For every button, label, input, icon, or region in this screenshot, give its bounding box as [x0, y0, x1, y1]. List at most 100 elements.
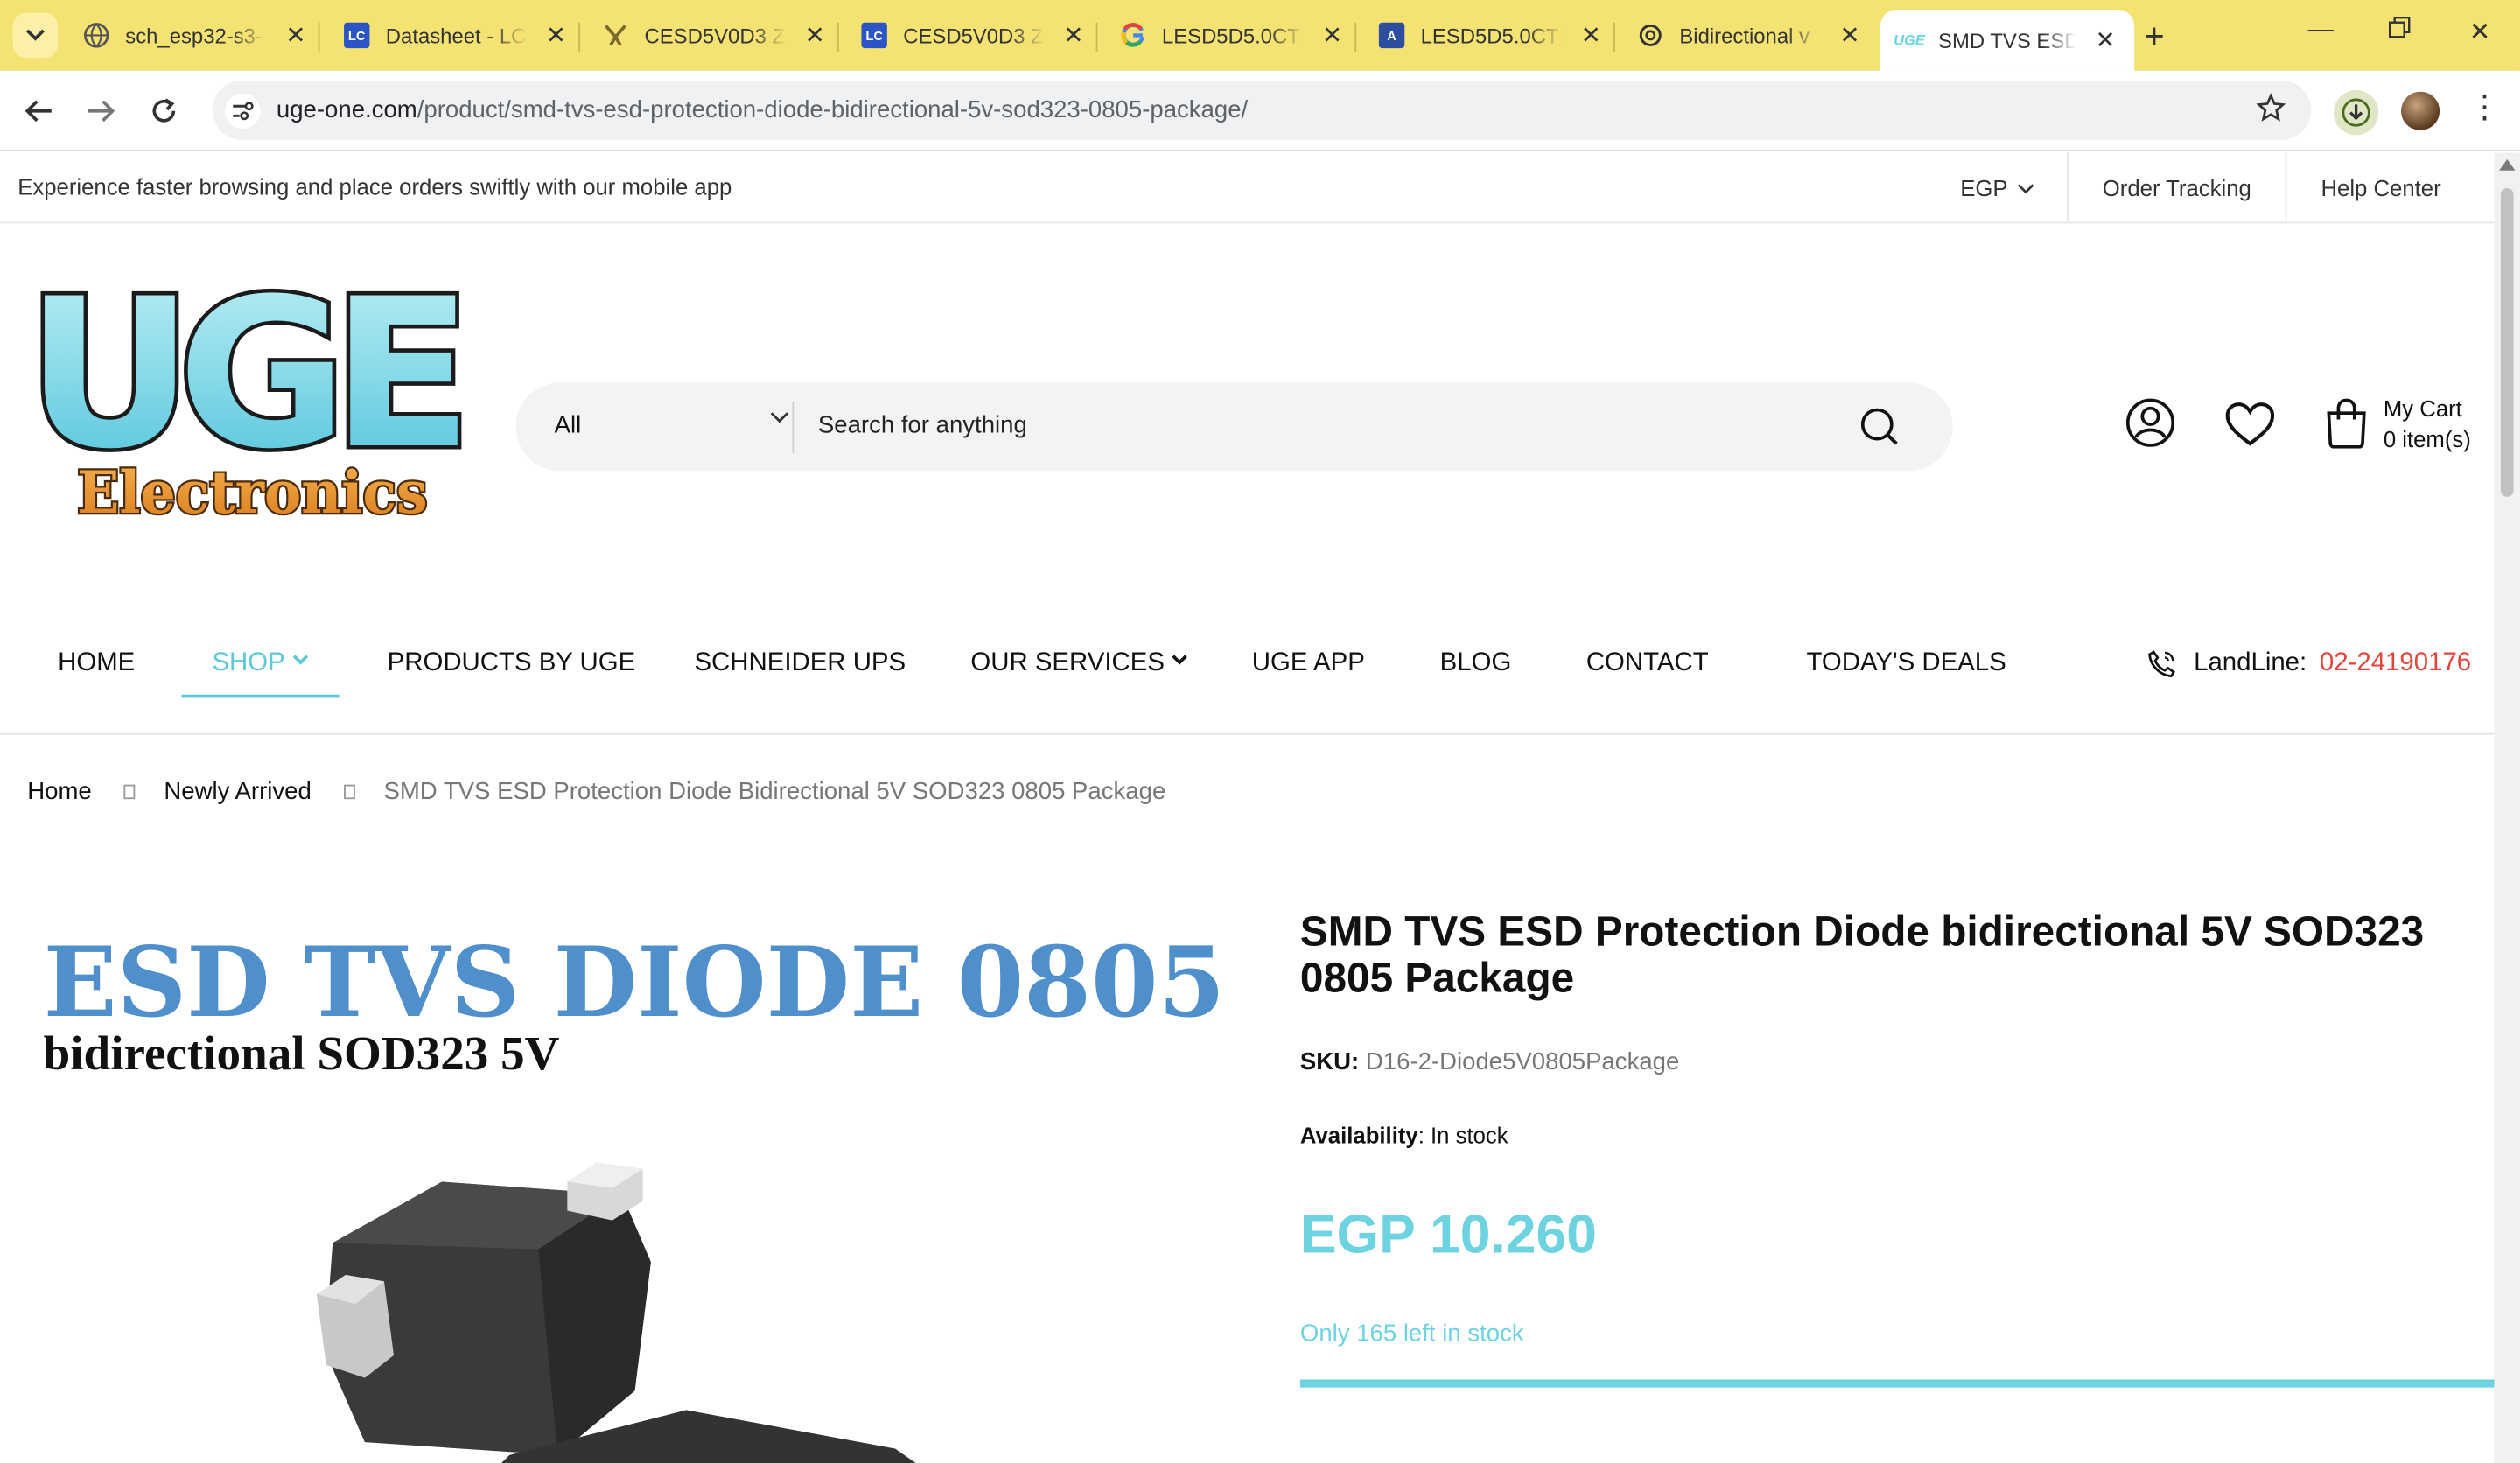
- account-icon[interactable]: [2124, 397, 2176, 449]
- close-icon[interactable]: ✕: [283, 21, 308, 50]
- address-bar[interactable]: uge-one.com/product/smd-tvs-esd-protecti…: [212, 80, 2312, 140]
- minimize-button[interactable]: —: [2305, 16, 2337, 45]
- landline-number[interactable]: 02-24190176: [2320, 649, 2471, 678]
- wishlist-heart-icon[interactable]: [2224, 402, 2276, 446]
- breadcrumb-home[interactable]: Home: [27, 778, 91, 805]
- site-logo[interactable]: UGE Electronics: [22, 251, 479, 528]
- close-window-button[interactable]: ✕: [2464, 16, 2496, 48]
- search-input[interactable]: Search for anything: [818, 411, 1027, 438]
- tab-title: Datasheet - LC: [385, 23, 527, 48]
- back-button[interactable]: [19, 92, 58, 130]
- tab-title: CESD5V0D3 Z: [644, 23, 786, 48]
- browser-tab-active[interactable]: UGE SMD TVS ESD ✕: [1880, 10, 2135, 71]
- chevron-down-icon: [291, 654, 308, 665]
- nav-shop[interactable]: SHOP: [212, 649, 308, 678]
- product-sku: SKU: D16-2-Diode5V0805Package: [1300, 1048, 1679, 1075]
- app-promo-text[interactable]: Experience faster browsing and place ord…: [18, 173, 732, 199]
- page-scrollbar[interactable]: [2494, 152, 2520, 1463]
- url-text: uge-one.com/product/smd-tvs-esd-protecti…: [276, 96, 1248, 123]
- help-center-link[interactable]: Help Center: [2285, 152, 2475, 224]
- nav-our-services[interactable]: OUR SERVICES: [970, 649, 1187, 678]
- phone-icon: [2148, 650, 2175, 678]
- browser-tab[interactable]: Bidirectional v ✕: [1638, 10, 1863, 61]
- logo-subtitle: Electronics: [77, 458, 427, 522]
- cart-title: My Cart: [2383, 396, 2462, 422]
- product-search: All Search for anything: [515, 382, 1953, 472]
- nav-shop-label: SHOP: [212, 649, 285, 677]
- my-cart-link[interactable]: My Cart 0 item(s): [2384, 394, 2471, 455]
- chevron-down-icon: [25, 29, 45, 41]
- tab-title: SMD TVS ESD: [1938, 28, 2077, 52]
- landline-label: LandLine:: [2194, 649, 2307, 677]
- product-price: EGP 10.260: [1299, 1204, 1598, 1266]
- close-icon[interactable]: ✕: [1320, 21, 1345, 50]
- availability-label: Availability: [1299, 1122, 1418, 1148]
- shopping-bag-icon[interactable]: [2324, 397, 2369, 449]
- order-tracking-link[interactable]: Order Tracking: [2066, 152, 2286, 224]
- browser-menu-icon[interactable]: ⋮: [2468, 92, 2501, 124]
- chevron-down-icon: [2018, 183, 2034, 193]
- lcsc-icon: LC: [861, 22, 887, 49]
- help-center-label: Help Center: [2320, 175, 2441, 201]
- nav-home[interactable]: HOME: [58, 649, 135, 678]
- main-navigation: HOME SHOP PRODUCTS BY UGE SCHNEIDER UPS …: [0, 619, 2495, 735]
- tab-title: CESD5V0D3 Z: [903, 23, 1044, 48]
- nav-active-underline: [181, 694, 340, 698]
- scrollbar-thumb[interactable]: [2500, 187, 2514, 497]
- profile-avatar[interactable]: [2401, 91, 2440, 130]
- browser-tab[interactable]: A LESD5D5.0CT1 ✕: [1378, 10, 1604, 61]
- download-icon: [2342, 98, 2370, 127]
- breadcrumb: Home Newly Arrived SMD TVS ESD Protection …: [27, 778, 1166, 805]
- browser-tab[interactable]: sch_esp32-s3- ✕: [83, 10, 309, 61]
- close-icon[interactable]: ✕: [543, 21, 569, 50]
- pdf-icon: A: [1378, 22, 1405, 49]
- close-icon[interactable]: ✕: [1837, 21, 1862, 50]
- octopart-icon: [603, 23, 628, 48]
- tab-title: LESD5D5.0CT1: [1161, 23, 1304, 48]
- download-button[interactable]: [2333, 89, 2379, 136]
- nav-products-by-uge[interactable]: PRODUCTS BY UGE: [388, 649, 636, 678]
- tab-search-button[interactable]: [12, 12, 59, 59]
- close-icon[interactable]: ✕: [802, 21, 828, 50]
- search-icon[interactable]: [1859, 407, 1901, 449]
- globe-icon: [83, 23, 109, 48]
- breadcrumb-separator-icon: [343, 784, 355, 800]
- browser-tab[interactable]: CESD5V0D3 Z ✕: [603, 10, 828, 61]
- breadcrumb-category[interactable]: Newly Arrived: [164, 778, 311, 805]
- search-divider: [792, 402, 794, 454]
- bookmark-star-icon[interactable]: [2256, 92, 2286, 130]
- landline-contact[interactable]: LandLine: 02-24190176: [2147, 649, 2471, 678]
- diode-package-illustration: [316, 1162, 916, 1463]
- new-tab-button[interactable]: +: [2144, 16, 2165, 58]
- nav-our-services-label: OUR SERVICES: [970, 649, 1165, 677]
- nav-schneider-ups[interactable]: SCHNEIDER UPS: [694, 649, 906, 678]
- arrow-left-icon: [24, 100, 52, 122]
- browser-tab[interactable]: LC CESD5V0D3 Z ✕: [861, 10, 1086, 61]
- browser-tab[interactable]: LC Datasheet - LC ✕: [344, 10, 569, 61]
- currency-selector[interactable]: EGP: [1928, 153, 2067, 224]
- tab-separator: [578, 22, 581, 52]
- chevron-down-icon[interactable]: [770, 411, 789, 424]
- forward-button[interactable]: [82, 92, 121, 130]
- sku-label: SKU:: [1299, 1047, 1360, 1076]
- nav-blog[interactable]: BLOG: [1440, 649, 1512, 678]
- close-icon[interactable]: ✕: [1578, 21, 1604, 50]
- close-icon[interactable]: ✕: [1060, 21, 1086, 50]
- web-page: Experience faster browsing and place ord…: [0, 152, 2495, 1463]
- nav-uge-app[interactable]: UGE APP: [1252, 649, 1365, 678]
- nav-contact[interactable]: CONTACT: [1586, 649, 1709, 678]
- reload-button[interactable]: [144, 92, 183, 130]
- scroll-up-arrow-icon[interactable]: [2499, 158, 2516, 171]
- uge-icon: UGE: [1894, 32, 1925, 49]
- category-select[interactable]: All: [555, 411, 582, 438]
- restore-button[interactable]: [2384, 16, 2416, 46]
- reload-icon: [152, 98, 176, 122]
- site-info-icon[interactable]: [225, 93, 261, 129]
- nav-todays-deals[interactable]: TODAY'S DEALS: [1806, 649, 2006, 678]
- tab-separator: [1354, 22, 1357, 52]
- product-image[interactable]: ESD TVS DIODE 0805 bidirectional SOD323 …: [27, 908, 1225, 1463]
- browser-tab[interactable]: LESD5D5.0CT1 ✕: [1120, 10, 1345, 61]
- breadcrumb-separator-icon: [123, 784, 136, 800]
- tab-separator: [836, 22, 839, 52]
- close-icon[interactable]: ✕: [2092, 25, 2118, 54]
